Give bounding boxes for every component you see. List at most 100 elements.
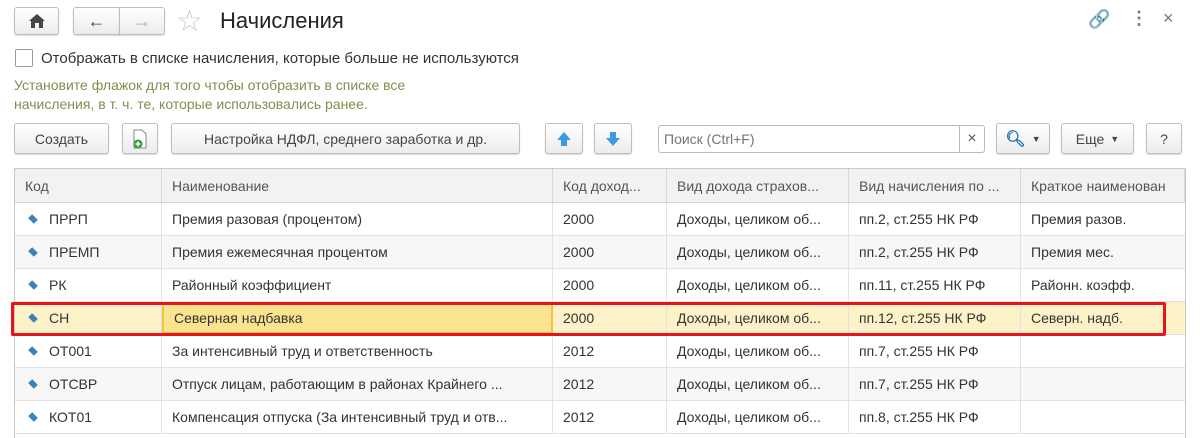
home-button[interactable] xyxy=(14,7,59,35)
table-row[interactable]: ПРРП Премия разовая (процентом) 2000 Доходы… xyxy=(15,203,1185,236)
ndfl-settings-button[interactable]: Настройка НДФЛ, среднего заработка и др. xyxy=(171,123,520,154)
link-icon[interactable]: 🔗 xyxy=(1088,9,1110,30)
cell-text: Премия мес. xyxy=(1031,244,1114,260)
back-button[interactable]: ← xyxy=(73,7,120,35)
create-copy-button[interactable] xyxy=(122,123,158,154)
cell-text: Премия разов. xyxy=(1031,211,1127,227)
cell-name[interactable]: Премия ежемесячная процентом xyxy=(162,236,553,268)
table-row[interactable]: ОТ001 За интенсивный труд и ответственнос… xyxy=(15,335,1185,368)
cell-text: Доходы, целиком об... xyxy=(677,409,821,425)
item-diamond-icon xyxy=(28,247,38,257)
column-header-name[interactable]: Наименование xyxy=(162,169,553,202)
item-diamond-icon xyxy=(28,346,38,356)
cell-insurance-income-type[interactable]: Доходы, целиком об... xyxy=(667,335,849,367)
cell-short-name[interactable]: Премия мес. xyxy=(1021,236,1185,268)
cell-code[interactable]: ПРЕМП xyxy=(15,236,162,268)
search-options-button[interactable]: 🔍︎ ▼ xyxy=(996,123,1050,154)
cell-income-code[interactable]: 2012 xyxy=(553,335,667,367)
column-header-insurance-income-type[interactable]: Вид дохода страхов... xyxy=(667,169,849,202)
cell-insurance-income-type[interactable]: Доходы, целиком об... xyxy=(667,203,849,235)
cell-text: Компенсация отпуска (За интенсивный труд… xyxy=(172,409,508,425)
cell-text: За интенсивный труд и ответственность xyxy=(172,343,433,359)
cell-name[interactable]: Премия разовая (процентом) xyxy=(162,203,553,235)
cell-text: пп.11, ст.255 НК РФ xyxy=(859,277,986,293)
cell-text: 2000 xyxy=(563,244,595,260)
cell-code[interactable]: РК xyxy=(15,269,162,301)
cell-name[interactable]: Компенсация отпуска (За интенсивный труд… xyxy=(162,401,553,433)
cell-code[interactable]: ОТСВР xyxy=(15,368,162,400)
cell-text: Премия ежемесячная процентом xyxy=(172,244,388,260)
item-diamond-icon xyxy=(28,214,38,224)
cell-text: 2000 xyxy=(563,211,595,227)
cell-accrual-type[interactable]: пп.7, ст.255 НК РФ xyxy=(849,368,1021,400)
table-row[interactable]: РК Районный коэффициент 2000 Доходы, целико… xyxy=(15,269,1185,302)
search-input[interactable] xyxy=(658,125,960,153)
cell-text: РК xyxy=(49,277,67,293)
cell-income-code[interactable]: 2000 xyxy=(553,269,667,301)
cell-insurance-income-type[interactable]: Доходы, целиком об... xyxy=(667,401,849,433)
cell-income-code[interactable]: 2000 xyxy=(553,236,667,268)
hint-text: Установите флажок для того чтобы отобраз… xyxy=(14,77,406,112)
cell-accrual-type[interactable]: пп.11, ст.255 НК РФ xyxy=(849,269,1021,301)
create-button[interactable]: Создать xyxy=(14,123,109,154)
cell-text: Районный коэффициент xyxy=(172,277,332,293)
cell-short-name[interactable] xyxy=(1021,335,1185,367)
column-header-short-name[interactable]: Краткое наименован xyxy=(1021,169,1185,202)
cell-text: ПРРП xyxy=(49,211,88,227)
arrow-down-icon xyxy=(606,131,620,146)
cell-text: Доходы, целиком об... xyxy=(677,244,821,260)
cell-text: 2000 xyxy=(563,277,595,293)
cell-text: 2012 xyxy=(563,343,595,359)
cell-accrual-type[interactable]: пп.2, ст.255 НК РФ xyxy=(849,236,1021,268)
cell-name[interactable]: Районный коэффициент xyxy=(162,269,553,301)
column-header-accrual-type[interactable]: Вид начисления по ... xyxy=(849,169,1021,202)
search-clear-button[interactable]: × xyxy=(959,125,985,153)
show-unused-checkbox[interactable] xyxy=(15,49,33,67)
cell-text: пп.7, ст.255 НК РФ xyxy=(859,343,979,359)
table-row[interactable]: КОТ01 Компенсация отпуска (За интенсивный… xyxy=(15,401,1185,434)
move-down-button[interactable] xyxy=(594,123,632,154)
more-button[interactable]: Еще ▼ xyxy=(1061,123,1134,154)
page-title: Начисления xyxy=(220,8,344,33)
favorite-star-icon[interactable]: ☆ xyxy=(176,4,203,39)
cell-short-name[interactable] xyxy=(1021,368,1185,400)
dropdown-icon: ▼ xyxy=(1110,133,1120,144)
cell-name[interactable]: Отпуск лицам, работающим в районах Крайн… xyxy=(162,368,553,400)
arrow-left-icon: ← xyxy=(87,10,106,31)
cell-insurance-income-type[interactable]: Доходы, целиком об... xyxy=(667,269,849,301)
more-vertical-icon[interactable]: ⋮ xyxy=(1130,8,1148,29)
table-row[interactable]: ОТСВР Отпуск лицам, работающим в районах … xyxy=(15,368,1185,401)
cell-code[interactable]: ПРРП xyxy=(15,203,162,235)
cell-insurance-income-type[interactable]: Доходы, целиком об... xyxy=(667,368,849,400)
search-icon: 🔍︎ xyxy=(1005,130,1026,148)
column-header-income-code[interactable]: Код доход... xyxy=(553,169,667,202)
cell-income-code[interactable]: 2012 xyxy=(553,401,667,433)
cell-accrual-type[interactable]: пп.2, ст.255 НК РФ xyxy=(849,203,1021,235)
move-up-button[interactable] xyxy=(545,123,583,154)
cell-accrual-type[interactable]: пп.8, ст.255 НК РФ xyxy=(849,401,1021,433)
cell-text: ОТ001 xyxy=(49,343,92,359)
cell-name[interactable]: За интенсивный труд и ответственность xyxy=(162,335,553,367)
cell-text: пп.7, ст.255 НК РФ xyxy=(859,376,979,392)
cell-text: пп.2, ст.255 НК РФ xyxy=(859,211,979,227)
cell-code[interactable]: КОТ01 xyxy=(15,401,162,433)
column-header-code[interactable]: Код xyxy=(15,169,162,202)
item-diamond-icon xyxy=(28,412,38,422)
cell-short-name[interactable] xyxy=(1021,401,1185,433)
cell-income-code[interactable]: 2000 xyxy=(553,203,667,235)
help-button[interactable]: ? xyxy=(1146,123,1182,154)
close-icon[interactable]: × xyxy=(1163,8,1174,29)
cell-code[interactable]: ОТ001 xyxy=(15,335,162,367)
forward-button[interactable]: → xyxy=(119,7,165,35)
cell-accrual-type[interactable]: пп.7, ст.255 НК РФ xyxy=(849,335,1021,367)
table-row[interactable]: ПРЕМП Премия ежемесячная процентом 2000 Дох… xyxy=(15,236,1185,269)
cell-text: 2012 xyxy=(563,409,595,425)
show-unused-label: Отображать в списке начисления, которые … xyxy=(41,50,519,67)
cell-text: КОТ01 xyxy=(49,409,93,425)
home-icon xyxy=(28,14,45,28)
cell-short-name[interactable]: Районн. коэфф. xyxy=(1021,269,1185,301)
cell-insurance-income-type[interactable]: Доходы, целиком об... xyxy=(667,236,849,268)
cell-text: ПРЕМП xyxy=(49,244,100,260)
cell-short-name[interactable]: Премия разов. xyxy=(1021,203,1185,235)
cell-income-code[interactable]: 2012 xyxy=(553,368,667,400)
